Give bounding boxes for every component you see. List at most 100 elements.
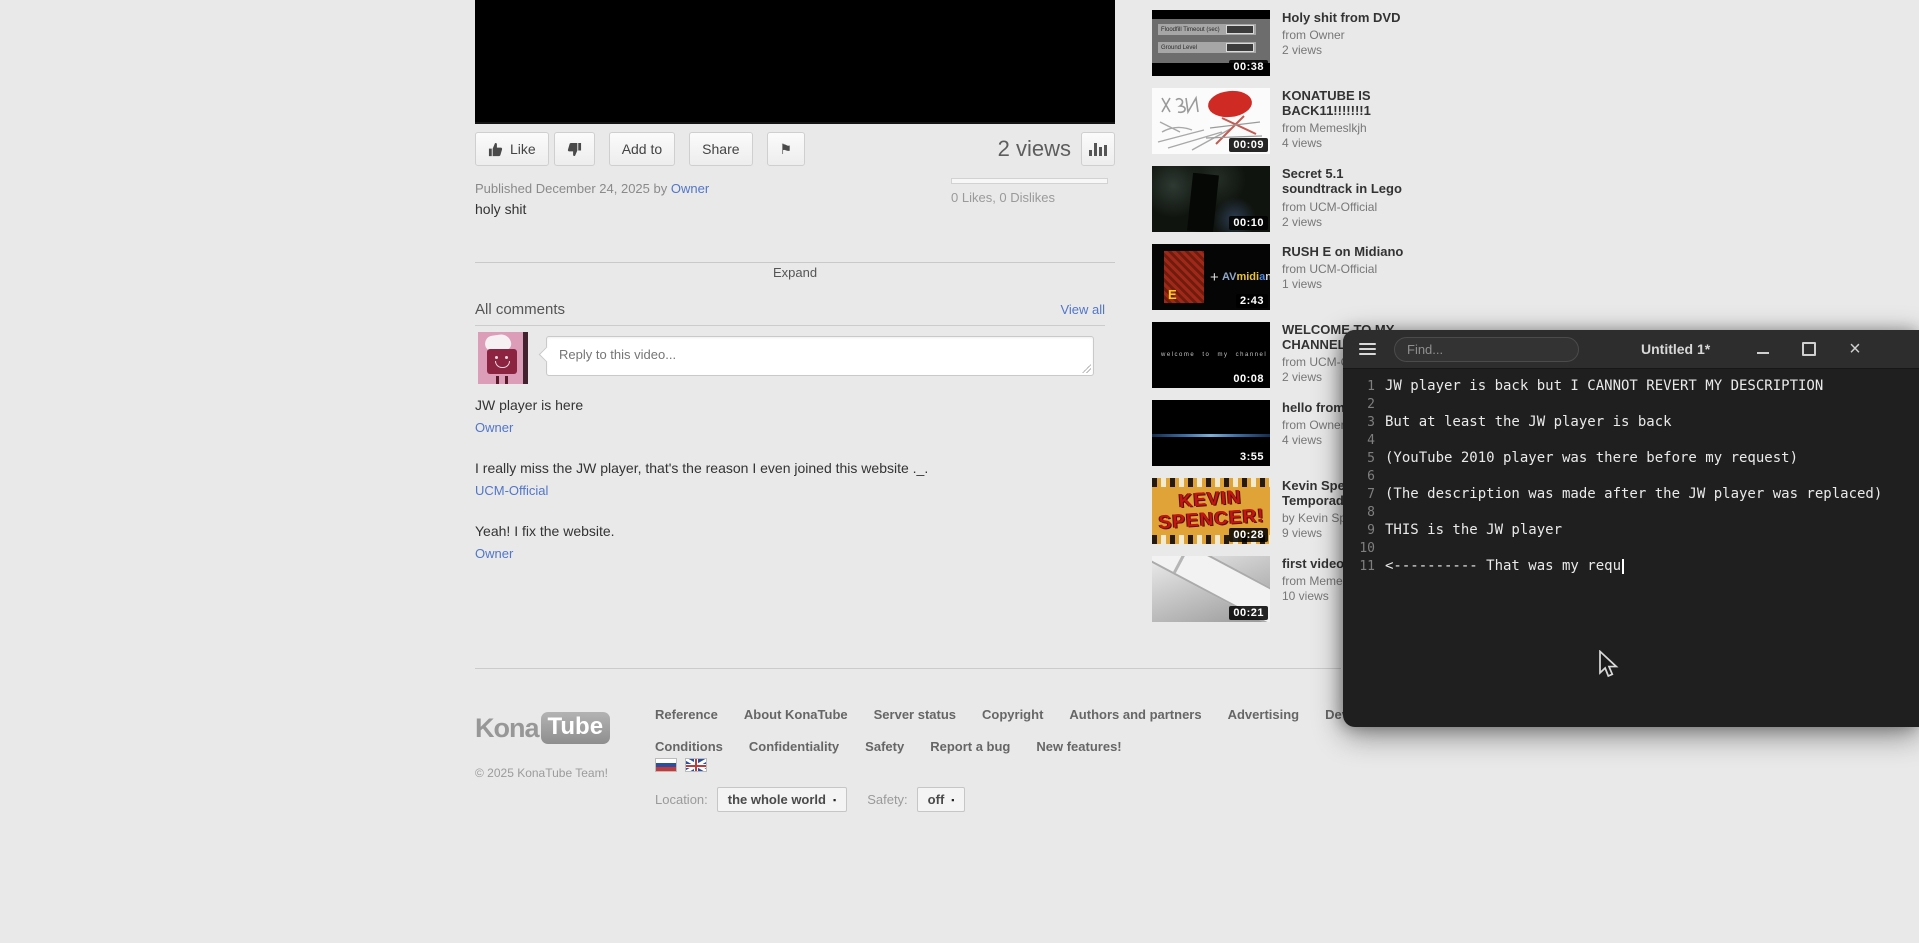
logo-tube-text: Tube: [541, 712, 611, 744]
minimize-button[interactable]: [1755, 341, 1771, 357]
video-thumbnail[interactable]: KEVINSPENCER! 00:28: [1152, 478, 1270, 544]
video-thumbnail[interactable]: 00:21: [1152, 556, 1270, 622]
line-number: 4: [1351, 433, 1385, 448]
video-action-bar: Like Add to Share ⚑ 2 views: [475, 129, 1115, 169]
logo-kona-text: Kona: [475, 713, 539, 744]
video-channel[interactable]: from UCM-Official: [1282, 262, 1414, 277]
russian-flag-icon[interactable]: [655, 758, 677, 772]
code-text: But at least the JW player is back: [1385, 414, 1672, 430]
reply-input[interactable]: [546, 336, 1094, 376]
text-caret: [1622, 559, 1624, 574]
video-thumbnail[interactable]: welcome to my channel 00:08: [1152, 322, 1270, 388]
video-channel[interactable]: from UCM-Official: [1282, 200, 1414, 215]
video-title[interactable]: Holy shit from DVD: [1282, 10, 1414, 25]
video-player[interactable]: [475, 0, 1115, 124]
footer-link[interactable]: About KonaTube: [744, 707, 848, 722]
video-title[interactable]: Secret 5.1 soundtrack in Lego Batman: Th…: [1282, 166, 1414, 197]
footer-link[interactable]: New features!: [1036, 739, 1121, 754]
related-video-item[interactable]: E+AVmidiano 2:43 RUSH E on Midiano from …: [1152, 244, 1414, 310]
video-thumbnail[interactable]: 00:09: [1152, 88, 1270, 154]
video-duration-badge: 00:09: [1229, 138, 1268, 152]
safety-label: Safety:: [867, 792, 907, 807]
comment: Yeah! I fix the website. Owner: [475, 523, 1105, 563]
code-text: (The description was made after the JW p…: [1385, 486, 1882, 502]
editor-line: 11<---------- That was my requ: [1351, 557, 1919, 575]
video-duration-badge: 00:10: [1229, 216, 1268, 230]
line-number: 9: [1351, 523, 1385, 538]
video-duration-badge: 2:43: [1236, 294, 1268, 308]
published-line: Published December 24, 2025 by Owner: [475, 181, 709, 196]
video-thumbnail[interactable]: 3:55: [1152, 400, 1270, 466]
editor-line: 8: [1351, 503, 1919, 521]
location-selector[interactable]: the whole world ▪: [717, 787, 847, 812]
video-duration-badge: 00:28: [1229, 528, 1268, 542]
video-thumbnail[interactable]: Floodfill Timeout (sec)Ground Level 00:3…: [1152, 10, 1270, 76]
related-video-item[interactable]: 00:10 Secret 5.1 soundtrack in Lego Batm…: [1152, 166, 1414, 232]
video-view-count: 1 views: [1282, 277, 1414, 292]
thumbs-down-icon: [567, 142, 582, 157]
comment-author-link[interactable]: UCM-Official: [475, 483, 548, 498]
video-title[interactable]: RUSH E on Midiano: [1282, 244, 1414, 259]
line-number: 8: [1351, 505, 1385, 520]
add-to-label: Add to: [622, 141, 662, 157]
publisher-link[interactable]: Owner: [671, 181, 709, 196]
comments-header: All comments View all: [475, 301, 1105, 326]
close-button[interactable]: ×: [1847, 341, 1863, 357]
dropdown-indicator-icon: ▪: [833, 795, 836, 805]
comment-author-link[interactable]: Owner: [475, 420, 513, 435]
mouse-cursor: [1598, 650, 1622, 685]
editor-text-area[interactable]: 1JW player is back but I CANNOT REVERT M…: [1343, 369, 1919, 575]
footer-link[interactable]: Server status: [874, 707, 956, 722]
footer-link[interactable]: Confidentiality: [749, 739, 839, 754]
view-count: 2 views: [998, 136, 1071, 162]
footer-link[interactable]: Reference: [655, 707, 718, 722]
find-box[interactable]: [1394, 337, 1579, 362]
hamburger-menu-icon[interactable]: [1359, 340, 1376, 358]
maximize-button[interactable]: [1801, 341, 1817, 357]
uk-flag-icon[interactable]: [685, 758, 707, 772]
video-channel[interactable]: from Owner: [1282, 28, 1414, 43]
footer-link[interactable]: Advertising: [1228, 707, 1300, 722]
related-video-item[interactable]: 00:09 KONATUBE IS BACK11!!!!!!!1 from Me…: [1152, 88, 1414, 154]
editor-line: 9THIS is the JW player: [1351, 521, 1919, 539]
user-avatar[interactable]: [478, 332, 528, 384]
comment-author-link[interactable]: Owner: [475, 546, 513, 561]
safety-selector[interactable]: off ▪: [917, 787, 966, 812]
video-meta: RUSH E on Midiano from UCM-Official 1 vi…: [1282, 244, 1414, 310]
footer-link[interactable]: Authors and partners: [1069, 707, 1201, 722]
video-channel[interactable]: from Memeslkjh: [1282, 121, 1414, 136]
editor-line: 7(The description was made after the JW …: [1351, 485, 1919, 503]
video-thumbnail[interactable]: E+AVmidiano 2:43: [1152, 244, 1270, 310]
footer-divider: [475, 668, 1341, 669]
share-label: Share: [702, 141, 739, 157]
like-button[interactable]: Like: [475, 132, 549, 166]
footer-link[interactable]: Safety: [865, 739, 904, 754]
video-title[interactable]: KONATUBE IS BACK11!!!!!!!1: [1282, 88, 1414, 118]
footer-link[interactable]: Copyright: [982, 707, 1043, 722]
expand-button[interactable]: Expand: [759, 263, 831, 282]
add-to-button[interactable]: Add to: [609, 132, 675, 166]
statistics-button[interactable]: [1081, 132, 1115, 166]
video-thumbnail[interactable]: 00:10: [1152, 166, 1270, 232]
share-button[interactable]: Share: [689, 132, 752, 166]
related-video-item[interactable]: Floodfill Timeout (sec)Ground Level 00:3…: [1152, 10, 1414, 76]
editor-line: 1JW player is back but I CANNOT REVERT M…: [1351, 377, 1919, 395]
konatube-logo[interactable]: Kona Tube: [475, 712, 610, 744]
language-flags: [655, 758, 707, 772]
line-number: 3: [1351, 415, 1385, 430]
find-input[interactable]: [1395, 342, 1578, 357]
footer-link[interactable]: Conditions: [655, 739, 723, 754]
flag-button[interactable]: ⚑: [767, 132, 806, 166]
view-all-link[interactable]: View all: [1060, 302, 1105, 317]
footer-link[interactable]: Report a bug: [930, 739, 1010, 754]
resize-grip[interactable]: [1082, 364, 1091, 373]
document-title: Untitled 1*: [1641, 341, 1710, 357]
locale-settings-row: Location: the whole world ▪ Safety: off …: [655, 787, 965, 812]
line-number: 10: [1351, 541, 1385, 556]
code-text: THIS is the JW player: [1385, 522, 1562, 538]
comment-text: JW player is here: [475, 397, 1105, 413]
location-label: Location:: [655, 792, 708, 807]
video-view-count: 4 views: [1282, 136, 1414, 151]
dislike-button[interactable]: [554, 132, 595, 166]
editor-header-bar[interactable]: Untitled 1* ×: [1343, 330, 1919, 369]
